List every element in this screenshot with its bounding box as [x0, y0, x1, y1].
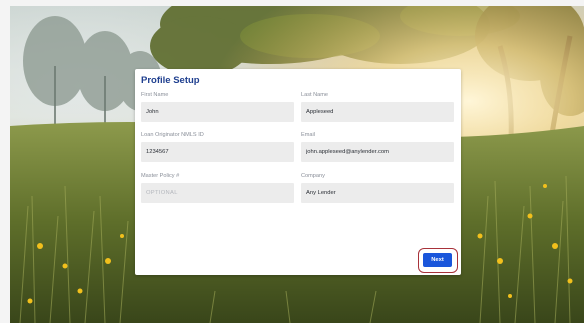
nmls-id-label: Loan Originator NMLS ID — [141, 132, 204, 138]
master-policy-field[interactable] — [141, 183, 294, 203]
next-button-highlight: Next — [418, 248, 458, 273]
master-policy-label: Master Policy # — [141, 173, 180, 179]
page-title: Profile Setup — [141, 75, 200, 86]
last-name-label: Last Name — [301, 92, 329, 98]
next-button[interactable]: Next — [423, 253, 452, 267]
nmls-id-field[interactable] — [141, 142, 294, 162]
first-name-field[interactable] — [141, 102, 294, 122]
profile-setup-card: Profile Setup First Name Last Name Loan … — [135, 69, 461, 275]
email-label: Email — [301, 132, 315, 138]
last-name-field[interactable] — [301, 102, 454, 122]
company-label: Company — [301, 173, 325, 179]
email-field[interactable] — [301, 142, 454, 162]
first-name-label: First Name — [141, 92, 169, 98]
company-field[interactable] — [301, 183, 454, 203]
